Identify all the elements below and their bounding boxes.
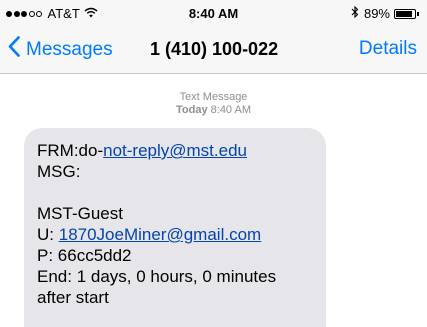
conversation-title: 1 (410) 100-022	[150, 39, 279, 59]
battery-icon	[394, 8, 416, 19]
message-time: 8:40 AM	[210, 104, 251, 116]
message-line-user: U: 1870JoeMiner@gmail.com	[37, 224, 314, 245]
back-button[interactable]: Messages	[8, 36, 113, 63]
back-button-label: Messages	[26, 38, 113, 60]
message-line-end: End: 1 days, 0 hours, 0 minutes	[37, 267, 277, 286]
battery-percent: 89%	[363, 6, 390, 21]
message-day: Today	[176, 104, 208, 116]
message-line-from: FRM:do-not-reply@mst.edu	[37, 140, 314, 161]
battery-tip	[417, 11, 419, 16]
chevron-left-icon	[8, 36, 20, 63]
status-right: 89%	[351, 5, 419, 21]
message-line-end-cont: after start	[37, 288, 109, 307]
message-line-network: MST-Guest	[37, 204, 123, 223]
details-button[interactable]: Details	[359, 38, 417, 60]
navigation-bar: Messages 1 (410) 100-022 Details	[0, 26, 427, 74]
incoming-message-bubble[interactable]: FRM:do-not-reply@mst.edu MSG: MST-Guest …	[24, 128, 326, 327]
message-line-password: P: 66cc5dd2	[37, 246, 132, 265]
message-date: Today 8:40 AM	[0, 104, 427, 117]
bluetooth-icon	[351, 5, 359, 21]
sender-email-link[interactable]: not-reply@mst.edu	[103, 141, 247, 160]
message-type-label: Text Message	[179, 91, 248, 103]
from-prefix: FRM:do-	[37, 141, 104, 160]
messages-screen: AT&T 8:40 AM 89% Messages 1 (410) 100-02…	[0, 0, 427, 327]
battery-level-fill	[396, 10, 412, 17]
user-email-link[interactable]: 1870JoeMiner@gmail.com	[59, 225, 261, 244]
message-line-msg: MSG:	[37, 162, 81, 181]
user-prefix: U:	[37, 225, 59, 244]
status-bar: AT&T 8:40 AM 89%	[0, 0, 427, 26]
message-timestamp: Text Message Today 8:40 AM	[0, 91, 427, 117]
